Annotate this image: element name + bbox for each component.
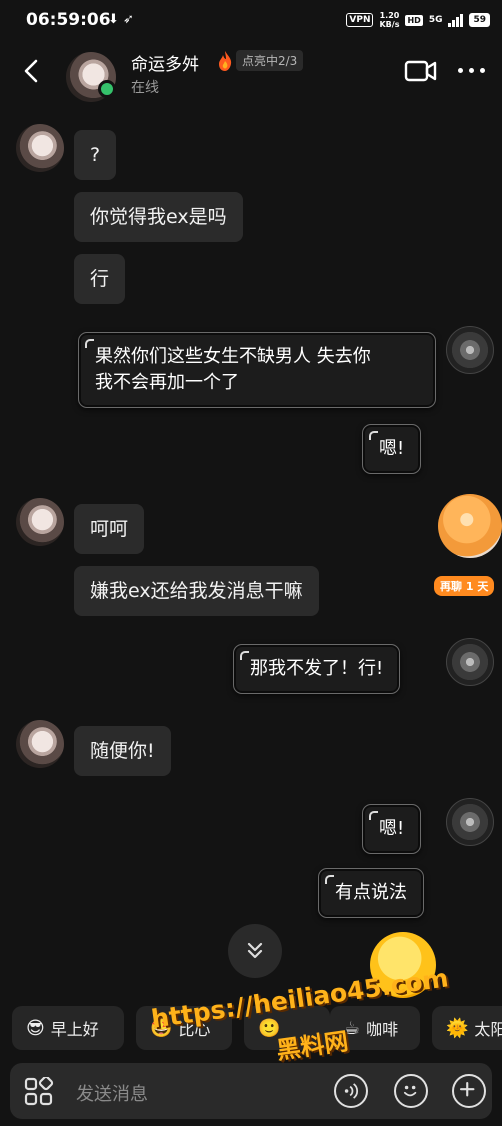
sun-icon: 🌞 xyxy=(446,1017,469,1039)
plus-icon[interactable] xyxy=(452,1074,486,1108)
cool-face-icon: 😎 xyxy=(26,1017,45,1039)
message-line: 果然你们这些女生不缺男人 失去你 xyxy=(95,346,371,367)
more-options-icon[interactable] xyxy=(458,62,490,78)
message-bubble[interactable]: 嫌我ex还给我发消息干嘛 xyxy=(74,566,319,616)
speed-value: 1.20 xyxy=(379,11,400,20)
contact-message-avatar[interactable] xyxy=(16,498,64,546)
battery-icon: 59 xyxy=(469,13,490,27)
chip-label: 太阳 xyxy=(474,1020,502,1039)
pet-avatar[interactable] xyxy=(438,494,502,558)
chip-label: 早上好 xyxy=(50,1020,99,1039)
speed-unit: KB/s xyxy=(379,20,400,29)
voice-icon[interactable] xyxy=(334,1074,368,1108)
my-avatar[interactable] xyxy=(446,798,494,846)
message-bubble[interactable]: ? xyxy=(74,130,117,180)
message-bubble[interactable]: 你觉得我ex是吗 xyxy=(74,192,243,242)
flame-icon xyxy=(219,51,232,71)
status-right-icons: VPN 1.20 KB/s HD 5G 59 xyxy=(346,11,490,29)
vpn-icon: VPN xyxy=(346,13,374,27)
lit-badge[interactable]: 点亮中2/3 xyxy=(236,50,304,71)
notification-icons: ⬇ ➶ xyxy=(108,12,134,27)
status-time: 06:59:06 xyxy=(26,10,111,30)
streak-badge: 再聊 1 天 xyxy=(434,576,495,596)
back-arrow-icon[interactable] xyxy=(20,56,44,86)
presence-status: 在线 xyxy=(131,80,159,96)
contact-message-avatar[interactable] xyxy=(16,124,64,172)
message-bubble[interactable]: 随便你! xyxy=(74,726,171,776)
apps-grid-icon[interactable] xyxy=(24,1077,54,1107)
scroll-down-icon[interactable] xyxy=(228,924,282,978)
contact-name[interactable]: 命运多舛 xyxy=(131,50,199,75)
quick-reply-chip[interactable]: 🌞 太阳 xyxy=(432,1006,502,1050)
contact-message-avatar[interactable] xyxy=(16,720,64,768)
message-bubble[interactable]: 呵呵 xyxy=(74,504,145,554)
message-bubble[interactable]: 有点说法 xyxy=(318,868,424,918)
message-bubble[interactable]: 那我不发了！行! xyxy=(233,644,401,694)
my-avatar[interactable] xyxy=(446,326,494,374)
message-bubble[interactable]: 果然你们这些女生不缺男人 失去你 我不会再加一个了 xyxy=(78,332,436,408)
signal-icon xyxy=(448,13,464,27)
network-speed: 1.20 KB/s xyxy=(379,11,399,29)
quick-reply-chip[interactable]: 😎 早上好 xyxy=(12,1006,124,1050)
status-bar: 06:59:06 ⬇ ➶ VPN 1.20 KB/s HD 5G 59 xyxy=(0,0,502,44)
message-bubble[interactable]: 行 xyxy=(74,254,126,304)
chip-label: 咖啡 xyxy=(366,1020,399,1039)
message-bubble[interactable]: 嗯! xyxy=(362,424,422,474)
video-call-icon[interactable] xyxy=(404,58,438,84)
network-type: 5G xyxy=(428,15,443,25)
hd-icon: HD xyxy=(405,14,423,26)
chat-header: 命运多舛 点亮中2/3 在线 xyxy=(0,44,502,108)
emoji-icon[interactable] xyxy=(394,1074,428,1108)
message-input[interactable]: 发送消息 xyxy=(76,1080,148,1106)
online-indicator xyxy=(98,80,116,98)
message-input-bar: 发送消息 xyxy=(10,1063,492,1119)
message-bubble[interactable]: 嗯! xyxy=(362,804,422,854)
message-line: 我不会再加一个了 xyxy=(95,372,239,393)
my-avatar[interactable] xyxy=(446,638,494,686)
